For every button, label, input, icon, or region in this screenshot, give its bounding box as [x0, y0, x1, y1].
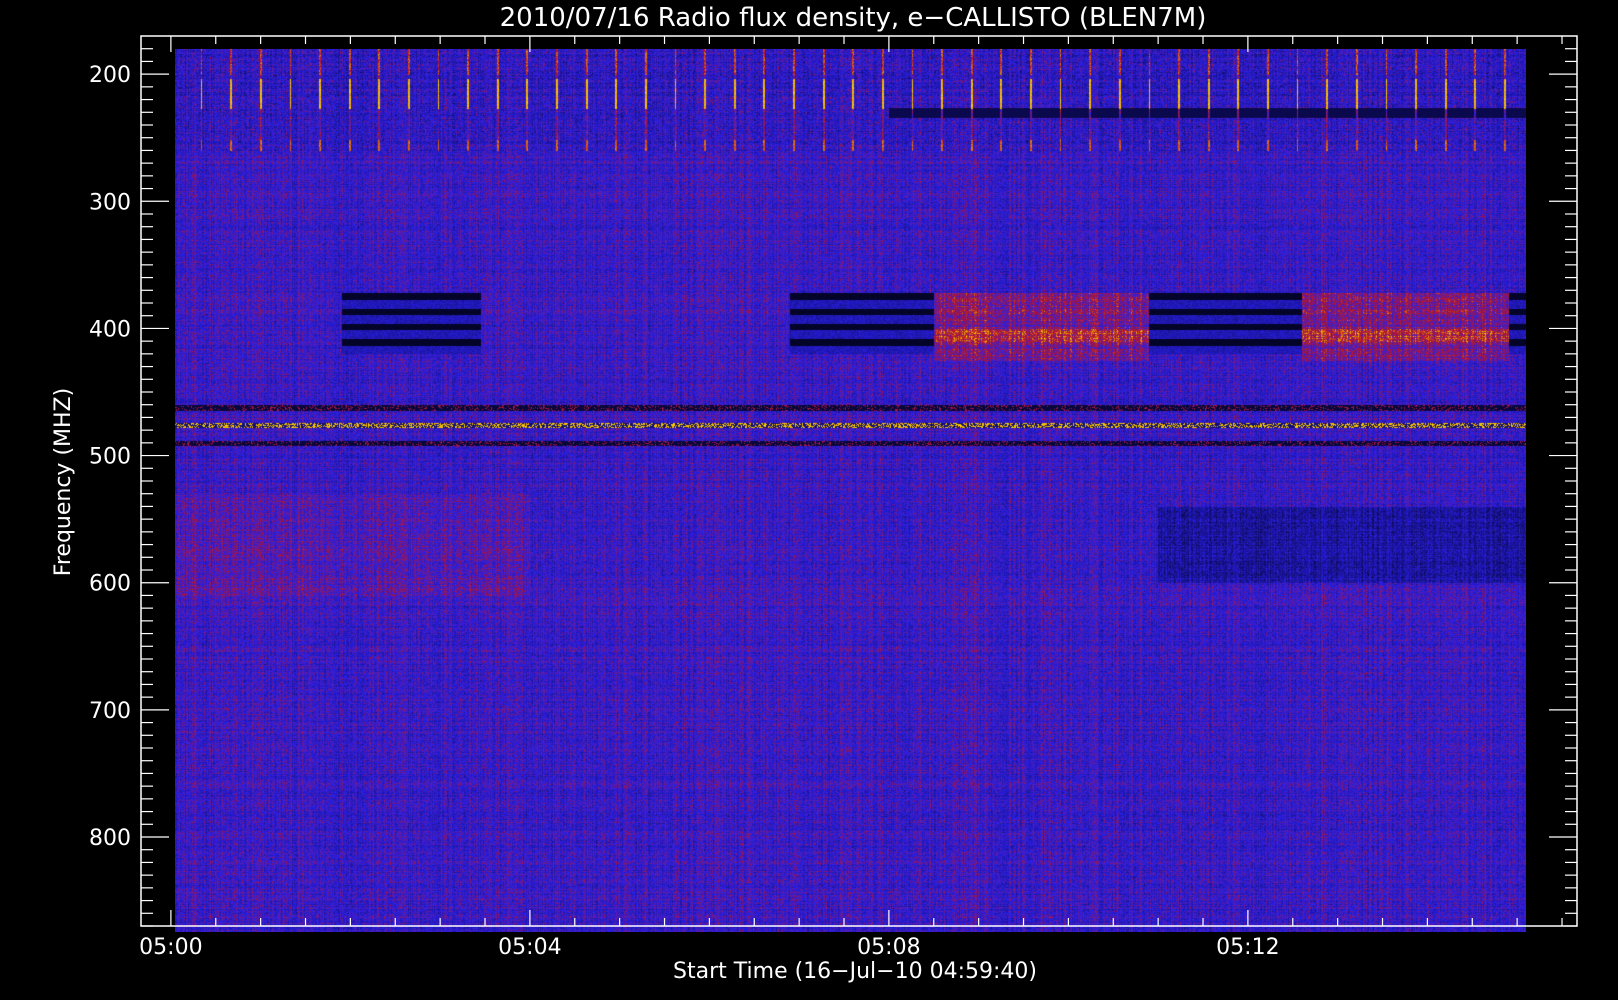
- y-tick-label: 300: [89, 190, 131, 215]
- x-tick-label: 05:12: [1216, 935, 1279, 960]
- x-axis-label: Start Time (16−Jul−10 04:59:40): [673, 959, 1037, 984]
- y-tick-label: 400: [89, 317, 131, 342]
- spectrogram-chart: 2010/07/16 Radio flux density, e−CALLIST…: [0, 0, 1618, 1000]
- x-tick-label: 05:08: [857, 935, 920, 960]
- y-tick-label: 700: [89, 699, 131, 724]
- y-tick-label: 800: [89, 826, 131, 851]
- y-tick-label: 600: [89, 572, 131, 597]
- y-tick-label: 500: [89, 445, 131, 470]
- y-tick-label: 200: [89, 63, 131, 88]
- y-axis-label: Frequency (MHZ): [51, 388, 76, 576]
- x-tick-label: 05:00: [139, 935, 202, 960]
- plot-area: [175, 49, 1526, 932]
- chart-title: 2010/07/16 Radio flux density, e−CALLIST…: [500, 3, 1207, 33]
- x-tick-label: 05:04: [498, 935, 561, 960]
- spectrogram-image: [175, 49, 1526, 932]
